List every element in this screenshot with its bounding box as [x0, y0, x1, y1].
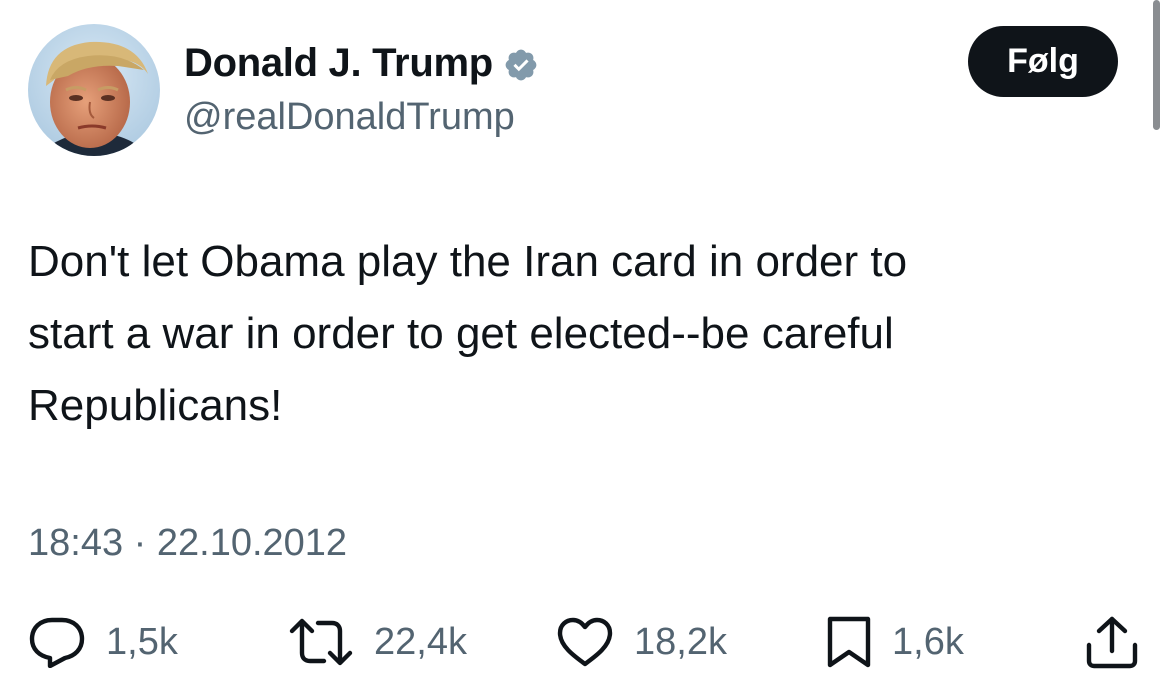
reply-button[interactable]: 1,5k — [28, 612, 178, 672]
bookmark-count: 1,6k — [892, 621, 964, 663]
share-icon — [1085, 615, 1139, 669]
follow-button[interactable]: Følg — [968, 26, 1118, 97]
author-display-name[interactable]: Donald J. Trump — [184, 38, 493, 88]
bookmark-icon — [826, 615, 872, 669]
tweet-timestamp[interactable]: 18:43 · 22.10.2012 — [28, 518, 347, 568]
author-handle[interactable]: @realDonaldTrump — [184, 92, 515, 142]
avatar-image — [28, 24, 160, 156]
share-button[interactable] — [1085, 612, 1139, 672]
reply-count: 1,5k — [106, 621, 178, 663]
like-button[interactable]: 18,2k — [556, 612, 727, 672]
heart-icon — [556, 616, 614, 668]
verified-badge-icon[interactable] — [503, 45, 539, 81]
avatar[interactable] — [28, 24, 160, 156]
reply-icon — [28, 616, 86, 668]
bookmark-button[interactable]: 1,6k — [826, 612, 964, 672]
scrollbar[interactable] — [1153, 0, 1160, 130]
tweet-text: Don't let Obama play the Iran card in or… — [28, 237, 908, 430]
tweet-action-bar: 1,5k 22,4k 18,2k 1,6k — [0, 612, 1170, 672]
retweet-button[interactable]: 22,4k — [288, 612, 467, 672]
like-count: 18,2k — [634, 621, 727, 663]
author-display-name-row[interactable]: Donald J. Trump — [184, 38, 539, 88]
retweet-count: 22,4k — [374, 621, 467, 663]
retweet-icon — [288, 617, 354, 667]
